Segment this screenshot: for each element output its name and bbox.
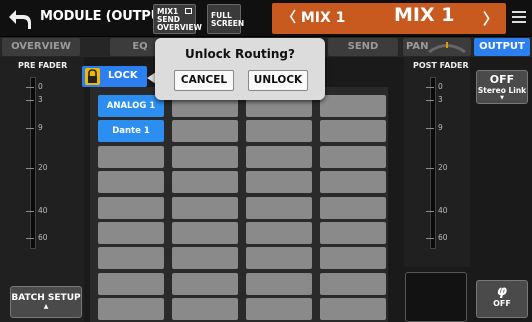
- post-scale-0: 0: [426, 82, 443, 91]
- caret-down-icon: ▼: [500, 95, 504, 101]
- phase-state: OFF: [493, 299, 511, 308]
- post-scale-9: 9: [426, 123, 443, 132]
- routing-cell-empty[interactable]: [172, 247, 238, 270]
- routing-cell-empty[interactable]: [320, 272, 386, 295]
- batch-setup-button[interactable]: BATCH SETUP ▲: [10, 286, 82, 318]
- routing-cell-empty[interactable]: [98, 222, 164, 244]
- routing-cell-empty[interactable]: [246, 120, 312, 143]
- phase-button[interactable]: φ OFF: [476, 280, 528, 318]
- routing-cell-empty[interactable]: [98, 145, 164, 168]
- routing-cell-empty[interactable]: [172, 272, 238, 295]
- unlock-button[interactable]: UNLOCK: [248, 70, 308, 91]
- caret-up-icon: ▲: [43, 303, 49, 310]
- routing-cell-empty[interactable]: [98, 171, 164, 194]
- routing-cell-empty[interactable]: [172, 298, 238, 321]
- routing-cell-assigned[interactable]: Dante 1: [98, 120, 164, 143]
- pre-scale-20: 20: [26, 163, 48, 172]
- pre-scale-3: 3: [26, 95, 43, 104]
- stereo-link-button[interactable]: OFF Stereo Link ▼: [476, 70, 528, 104]
- post-fader-label: POST FADER: [413, 61, 469, 70]
- mix-prev-button[interactable]: 〈 MIX 1: [282, 7, 345, 27]
- cancel-button[interactable]: CANCEL: [174, 70, 234, 91]
- unlock-dialog: Unlock Routing? CANCEL UNLOCK: [155, 38, 325, 100]
- routing-cell-empty[interactable]: [320, 145, 386, 168]
- tab-pan-label: PAN: [406, 41, 429, 52]
- top-bar: MODULE (OUTPUT) MIX1 SEND OVERVIEW FULL …: [0, 0, 532, 37]
- lock-icon: [85, 68, 100, 85]
- routing-cell-empty[interactable]: [246, 171, 312, 194]
- routing-cell-empty[interactable]: [320, 196, 386, 219]
- window-icon: [185, 8, 192, 14]
- routing-matrix: ANALOG 1 Dante 1: [90, 87, 388, 322]
- routing-cell-empty[interactable]: [246, 196, 312, 219]
- batch-setup-label: BATCH SETUP: [11, 293, 81, 303]
- routing-cell-empty[interactable]: [172, 171, 238, 194]
- routing-cell-empty[interactable]: [98, 196, 164, 219]
- routing-cell-empty[interactable]: [98, 298, 164, 321]
- routing-cell-empty[interactable]: [172, 222, 238, 244]
- pre-scale-40: 40: [26, 206, 48, 215]
- routing-cell-empty[interactable]: [320, 298, 386, 321]
- mix-selector: 〈 MIX 1 MIX 1 〉: [272, 3, 506, 34]
- mix-next-button[interactable]: 〉: [483, 8, 498, 29]
- post-scale-20: 20: [426, 163, 448, 172]
- tab-send[interactable]: SEND: [328, 38, 398, 56]
- pre-scale-0: 0: [26, 82, 43, 91]
- routing-cell-empty[interactable]: [246, 298, 312, 321]
- full-screen-line-2: SCREEN: [211, 19, 245, 28]
- tab-output[interactable]: OUTPUT: [474, 38, 530, 56]
- menu-icon[interactable]: [512, 11, 526, 25]
- post-fader-panel: POST FADER 0 3 9 20 40 60: [404, 57, 470, 267]
- routing-cell-empty[interactable]: [320, 222, 386, 244]
- routing-cell-empty[interactable]: [172, 196, 238, 219]
- routing-cell-empty[interactable]: [320, 247, 386, 270]
- routing-cell-empty[interactable]: [172, 120, 238, 143]
- lock-button[interactable]: LOCK: [82, 66, 147, 87]
- routing-cell-empty[interactable]: [320, 95, 386, 117]
- send-overview-button[interactable]: MIX1 SEND OVERVIEW: [153, 4, 202, 34]
- tab-overview[interactable]: OVERVIEW: [2, 38, 80, 56]
- routing-cell-empty[interactable]: [246, 145, 312, 168]
- routing-cell-empty[interactable]: [246, 222, 312, 244]
- mix-name: MIX 1: [394, 4, 455, 26]
- routing-cell-empty[interactable]: [172, 145, 238, 168]
- empty-slot: [405, 272, 467, 322]
- pre-fader-panel: PRE FADER 0 3 9 20 40 60: [0, 57, 84, 322]
- tab-pan[interactable]: PAN: [403, 38, 471, 56]
- pre-scale-60: 60: [26, 233, 48, 242]
- routing-cell-assigned[interactable]: ANALOG 1: [98, 95, 164, 117]
- post-scale-3: 3: [426, 95, 443, 104]
- pan-knob-icon: [428, 42, 466, 53]
- post-scale-60: 60: [426, 233, 448, 242]
- routing-cell-empty[interactable]: [98, 247, 164, 270]
- pre-scale-9: 9: [26, 123, 43, 132]
- routing-cell-empty[interactable]: [246, 247, 312, 270]
- back-button[interactable]: [6, 6, 34, 32]
- routing-cell-empty[interactable]: [320, 120, 386, 143]
- lock-label: LOCK: [108, 70, 138, 81]
- post-scale-40: 40: [426, 206, 448, 215]
- phase-icon: φ: [496, 284, 508, 299]
- pre-fader-label: PRE FADER: [18, 61, 68, 70]
- routing-cell-empty[interactable]: [246, 272, 312, 295]
- stereo-link-state: OFF: [489, 73, 515, 86]
- routing-cell-empty[interactable]: [98, 272, 164, 295]
- back-arrow-icon: [9, 10, 31, 29]
- full-screen-button[interactable]: FULL SCREEN: [207, 4, 245, 34]
- stereo-link-label: Stereo Link: [477, 86, 527, 95]
- routing-cell-empty[interactable]: [320, 171, 386, 194]
- dialog-title: Unlock Routing?: [185, 47, 295, 61]
- send-overview-line-3: OVERVIEW: [157, 23, 202, 32]
